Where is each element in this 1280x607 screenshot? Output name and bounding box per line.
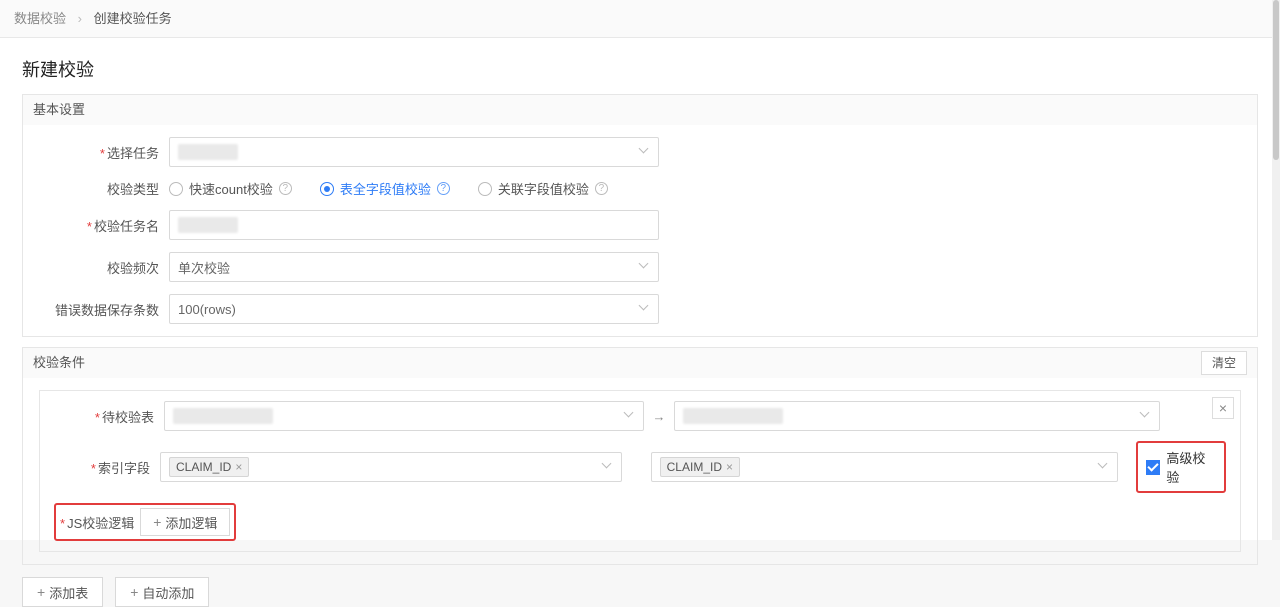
frequency-dropdown[interactable]: 单次校验 [169,252,659,282]
chevron-down-icon [603,462,613,472]
target-table-dropdown[interactable] [674,401,1160,431]
condition-title: 校验条件 [33,348,85,378]
scrollbar[interactable] [1272,0,1280,540]
tag-label: CLAIM_ID [176,460,231,474]
add-logic-label: 添加逻辑 [165,513,217,532]
basic-settings-header: 基本设置 [23,95,1257,125]
radio-label: 快速count校验 [189,179,273,198]
clear-button[interactable]: 清空 [1201,351,1247,375]
label-select-task: *选择任务 [39,143,169,162]
radio-label: 表全字段值校验 [340,179,431,198]
radio-icon [478,182,492,196]
label-frequency: 校验频次 [39,258,169,277]
chevron-down-icon [640,304,650,314]
condition-panel: 校验条件 清空 × *待校验表 → [22,347,1258,565]
radio-fast-count[interactable]: 快速count校验 ? [169,179,292,198]
radio-full-field[interactable]: 表全字段值校验 ? [320,179,450,198]
close-condition-button[interactable]: × [1212,397,1234,419]
page-title: 新建校验 [0,38,1280,94]
task-name-input[interactable] [169,210,659,240]
index-tag: CLAIM_ID × [169,457,249,477]
redacted-text [178,217,238,233]
plus-icon: + [153,515,161,529]
target-index-dropdown[interactable]: CLAIM_ID × [651,452,1118,482]
js-logic-highlight: *JS校验逻辑 + 添加逻辑 [54,503,236,541]
info-icon[interactable]: ? [437,182,450,195]
redacted-text [683,408,783,424]
label-check-type: 校验类型 [39,179,169,198]
advanced-check-label: 高级校验 [1166,448,1216,486]
auto-add-label: 自动添加 [142,583,194,602]
add-table-button[interactable]: + 添加表 [22,577,103,607]
chevron-down-icon [625,411,635,421]
breadcrumb: 数据校验 › 创建校验任务 [0,0,1280,38]
frequency-value: 单次校验 [178,258,230,277]
condition-header: 校验条件 清空 [23,348,1257,378]
info-icon[interactable]: ? [595,182,608,195]
label-index-field: *索引字段 [54,458,160,477]
save-rows-dropdown[interactable]: 100(rows) [169,294,659,324]
add-table-label: 添加表 [49,583,88,602]
breadcrumb-current: 创建校验任务 [94,11,172,26]
check-type-radio-group: 快速count校验 ? 表全字段值校验 ? 关联字段值校验 ? [169,179,608,198]
radio-icon [320,182,334,196]
source-index-dropdown[interactable]: CLAIM_ID × [160,452,622,482]
arrow-right-icon: → [648,409,670,424]
basic-settings-title: 基本设置 [33,95,85,125]
advanced-check-highlight: 高级校验 [1136,441,1226,493]
radio-icon [169,182,183,196]
radio-related-field[interactable]: 关联字段值校验 ? [478,179,608,198]
select-task-dropdown[interactable] [169,137,659,167]
redacted-text [173,408,273,424]
chevron-down-icon [1099,462,1109,472]
index-tag: CLAIM_ID × [660,457,740,477]
label-task-name: *校验任务名 [39,216,169,235]
chevron-right-icon: › [78,11,82,26]
basic-settings-panel: 基本设置 *选择任务 校验类型 快速count校验 [22,94,1258,337]
close-icon: × [1219,401,1227,415]
tag-label: CLAIM_ID [667,460,722,474]
breadcrumb-root[interactable]: 数据校验 [14,11,66,26]
info-icon[interactable]: ? [279,182,292,195]
chevron-down-icon [640,262,650,272]
condition-block: × *待校验表 → *索引字段 [39,390,1241,552]
remove-tag-icon[interactable]: × [726,460,733,474]
advanced-check-checkbox[interactable] [1146,460,1160,475]
chevron-down-icon [1141,411,1151,421]
chevron-down-icon [640,147,650,157]
radio-label: 关联字段值校验 [498,179,589,198]
bottom-button-row: + 添加表 + 自动添加 [22,577,1258,607]
remove-tag-icon[interactable]: × [235,460,242,474]
auto-add-button[interactable]: + 自动添加 [115,577,209,607]
label-table-to-check: *待校验表 [54,407,164,426]
label-js-logic: *JS校验逻辑 [60,513,134,532]
redacted-text [178,144,238,160]
add-logic-button[interactable]: + 添加逻辑 [140,508,230,536]
plus-icon: + [37,585,45,599]
save-rows-value: 100(rows) [178,302,236,317]
source-table-dropdown[interactable] [164,401,644,431]
label-save-rows: 错误数据保存条数 [39,300,169,319]
plus-icon: + [130,585,138,599]
